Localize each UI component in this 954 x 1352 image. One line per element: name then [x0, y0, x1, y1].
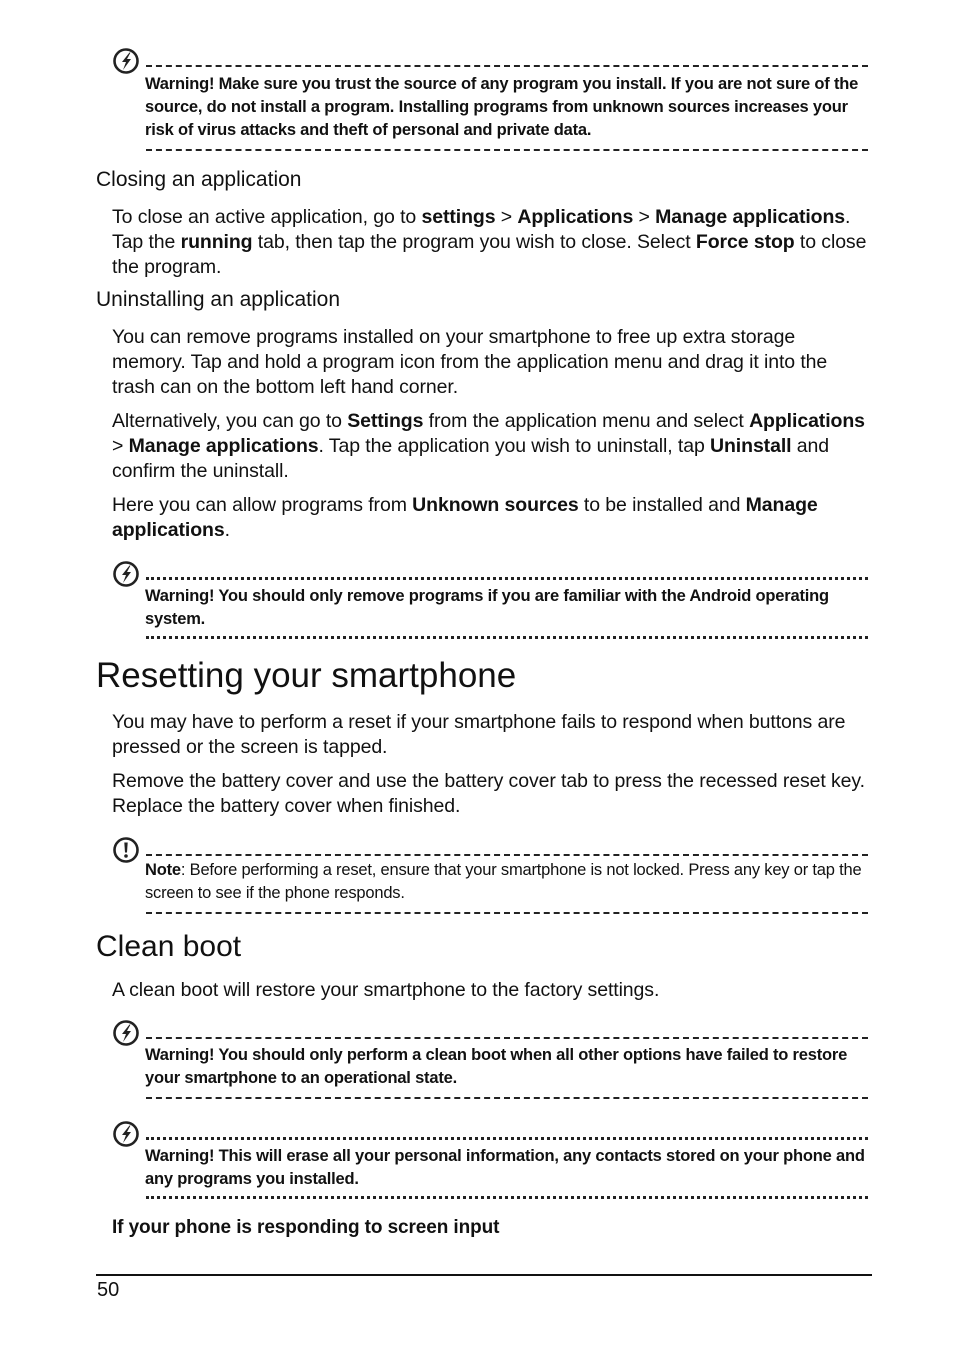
emphasized-term: Unknown sources: [412, 494, 579, 516]
warning-lightning-icon: [112, 1119, 142, 1149]
exclamation-icon: [112, 835, 142, 865]
subheading-screen-input: If your phone is responding to screen in…: [112, 1217, 500, 1238]
emphasized-term: Settings: [347, 410, 424, 432]
warning-callout-clean-boot: Warning! You should only perform a clean…: [112, 1018, 868, 1104]
callout-bottom-rule: [146, 1196, 868, 1199]
callout-top-rule: [146, 1037, 868, 1039]
text-run: >: [112, 435, 129, 457]
warning-callout-trust-source: Warning! Make sure you trust the source …: [112, 46, 868, 158]
text-run: from the application menu and select: [423, 410, 750, 432]
paragraph-uninstall-intro: You can remove programs installed on you…: [112, 326, 828, 398]
emphasized-term: Applications: [517, 206, 634, 228]
emphasized-term: settings: [421, 206, 496, 228]
note-callout-reset: Note: Before performing a reset, ensure …: [112, 835, 868, 919]
emphasized-term: Applications: [749, 410, 865, 432]
callout-bottom-rule: [146, 1097, 868, 1099]
paragraph-unknown-sources: Here you can allow programs from Unknown…: [112, 493, 872, 543]
section-heading-uninstalling: Uninstalling an application: [96, 288, 340, 311]
warning-text: Warning! You should only perform a clean…: [145, 1046, 848, 1087]
warning-lightning-icon: [112, 46, 142, 76]
note-body: : Before performing a reset, ensure that…: [145, 861, 862, 902]
text-run: >: [633, 206, 656, 228]
footer-rule: [96, 1274, 872, 1276]
paragraph-clean-boot: A clean boot will restore your smartphon…: [112, 979, 660, 1001]
heading-resetting-smartphone: Resetting your smartphone: [96, 656, 517, 695]
emphasized-term: Manage applications: [655, 206, 846, 228]
callout-top-rule: [146, 854, 868, 856]
warning-text: Warning! You should only remove programs…: [145, 587, 829, 628]
callout-bottom-rule: [146, 149, 868, 151]
warning-text: Warning! This will erase all your person…: [145, 1147, 865, 1188]
callout-top-rule: [146, 65, 868, 67]
section-heading-closing: Closing an application: [96, 168, 302, 191]
warning-callout-erase: Warning! This will erase all your person…: [112, 1119, 868, 1203]
warning-callout-remove-programs: Warning! You should only remove programs…: [112, 559, 868, 643]
warning-text: Warning! Make sure you trust the source …: [145, 75, 859, 139]
text-run: tab, then tap the program you wish to cl…: [252, 231, 696, 253]
text-run: . Tap the application you wish to uninst…: [318, 435, 711, 457]
text-run: to be installed and: [578, 494, 746, 516]
callout-top-rule: [146, 577, 868, 580]
text-run: .: [224, 519, 230, 541]
heading-clean-boot: Clean boot: [96, 930, 242, 963]
text-run: To close an active application, go to: [112, 206, 422, 228]
text-run: Alternatively, you can go to: [112, 410, 348, 432]
callout-bottom-rule: [146, 636, 868, 639]
note-label: Note: [145, 861, 181, 879]
emphasized-term: Force stop: [695, 231, 795, 253]
paragraph-reset-key: Remove the battery cover and use the bat…: [112, 770, 865, 817]
paragraph-reset-intro: You may have to perform a reset if your …: [112, 711, 846, 758]
warning-lightning-icon: [112, 559, 142, 589]
text-run: >: [495, 206, 518, 228]
text-run: Here you can allow programs from: [112, 494, 413, 516]
callout-top-rule: [146, 1137, 868, 1140]
emphasized-term: running: [180, 231, 253, 253]
paragraph-uninstall-settings: Alternatively, you can go to Settings fr…: [112, 409, 872, 484]
paragraph-closing: To close an active application, go to se…: [112, 205, 872, 280]
emphasized-term: Manage applications: [128, 435, 319, 457]
warning-lightning-icon: [112, 1018, 142, 1048]
callout-bottom-rule: [146, 912, 868, 914]
emphasized-term: Uninstall: [710, 435, 792, 457]
note-text: Note: Before performing a reset, ensure …: [145, 859, 868, 905]
page-number: 50: [97, 1279, 120, 1301]
